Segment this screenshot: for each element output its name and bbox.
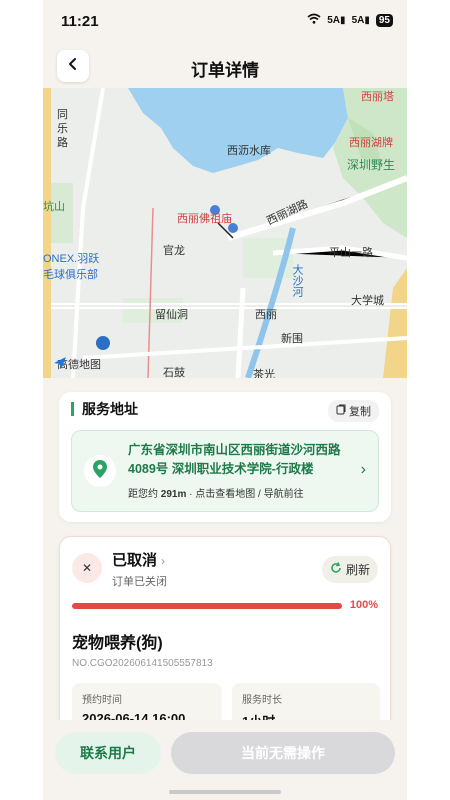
distance-prefix: 距您约 xyxy=(128,489,158,500)
map-label-maoqiu: 毛球俱乐部 xyxy=(43,269,98,281)
wifi-icon xyxy=(307,13,321,27)
map-label-shigu: 石鼓 xyxy=(163,367,185,378)
map-label-guanlong: 官龙 xyxy=(163,245,185,257)
map-label-chaguang: 茶光 xyxy=(253,369,275,378)
map-label-shenzhenye: 深圳野生 xyxy=(347,158,396,172)
copy-button[interactable]: 复制 xyxy=(328,400,379,422)
copy-icon xyxy=(336,404,346,418)
page-header: 订单详情 xyxy=(43,44,407,88)
progress-bar xyxy=(72,603,342,609)
signal-label-1: 5A xyxy=(327,14,341,26)
duration-label: 服务时长 xyxy=(242,695,282,706)
map-label-xili-station: 西丽 xyxy=(255,309,277,321)
location-pin-icon xyxy=(93,459,107,483)
status-time: 11:21 xyxy=(61,13,99,30)
signal-icon: 5A▮ xyxy=(327,14,346,26)
distance-line: 距您约 291m · 点击查看地图 / 导航前往 xyxy=(128,485,304,500)
service-name: 宠物喂养(狗) xyxy=(72,635,163,652)
battery-icon: 95 xyxy=(375,13,393,27)
status-title-row[interactable]: 已取消 › xyxy=(112,549,165,570)
booking-time-label: 预约时间 xyxy=(82,695,122,706)
address-box[interactable]: 广东省深圳市南山区西丽街道沙河西路4089号 深圳职业技术学院-行政楼 距您约 … xyxy=(71,430,379,512)
signal-icon-2: 5A▮ xyxy=(351,14,370,26)
map-label-xilihupai: 西丽湖牌 xyxy=(349,137,393,149)
bottom-action-bar: 联系用户 当前无需操作 xyxy=(43,720,407,800)
service-address-card: 服务地址 复制 广东省深圳市南山区西丽街道沙河西路4089号 深圳职业技术学院-… xyxy=(59,392,391,522)
map-label-liuxiandong: 留仙洞 xyxy=(155,309,188,321)
section-title: 服务地址 xyxy=(71,402,138,416)
progress-percent: 100% xyxy=(349,599,378,611)
contact-user-button[interactable]: 联系用户 xyxy=(55,732,161,774)
chevron-right-icon: › xyxy=(360,461,366,478)
map-label-lu: 路 xyxy=(57,137,68,149)
distance-value: 291m xyxy=(160,489,187,500)
map-hint: · 点击查看地图 / 导航前往 xyxy=(189,489,304,500)
map-label-kengshan: 坑山 xyxy=(43,201,65,213)
close-icon: ✕ xyxy=(72,553,102,583)
map-label-xilifoshimiao: 西丽佛祖庙 xyxy=(177,213,232,225)
status-title: 已取消 xyxy=(112,552,158,569)
progress-fill xyxy=(72,603,342,609)
status-icons: 5A▮ 5A▮ 95 xyxy=(307,13,393,27)
map-label-xinwei: 新围 xyxy=(281,333,303,345)
map-label-pingshanyilu: 平山一路 xyxy=(329,247,373,259)
refresh-icon xyxy=(330,562,342,577)
refresh-button[interactable]: 刷新 xyxy=(321,556,378,583)
map-label-dashahe: 大沙河 xyxy=(291,264,303,297)
no-action-button[interactable]: 当前无需操作 xyxy=(171,732,395,774)
app-screen: 11:21 5A▮ 5A▮ 95 订单详情 同 乐 路 西丽塔 西丽湖牌 深圳野… xyxy=(43,0,407,800)
map-brand: 高德地图 xyxy=(53,356,101,372)
map-label-xilita: 西丽塔 xyxy=(361,91,394,103)
page-title: 订单详情 xyxy=(191,61,259,80)
signal-label-2: 5A xyxy=(351,14,365,26)
map-label-xilishuiku: 西沥水库 xyxy=(227,145,271,157)
map-label-daxuecheng: 大学城 xyxy=(351,295,384,307)
full-address: 广东省深圳市南山区西丽街道沙河西路4089号 深圳职业技术学院-行政楼 xyxy=(128,443,341,476)
map-label-onex: ONEX.羽跃 xyxy=(43,253,100,265)
order-status-card: ✕ 已取消 › 订单已关闭 刷新 100% 宠物喂养(狗) NO.CGO20260… xyxy=(59,536,391,737)
chevron-right-icon: › xyxy=(161,554,166,568)
map-canvas xyxy=(43,88,407,378)
copy-label: 复制 xyxy=(349,406,371,418)
map-view[interactable]: 同 乐 路 西丽塔 西丽湖牌 深圳野生 西沥水库 坑山 西丽佛祖庙 西丽湖路 官… xyxy=(43,88,407,378)
pin-container xyxy=(84,455,116,487)
home-indicator xyxy=(169,790,281,794)
order-number: NO.CGO202606141505557813 xyxy=(72,658,213,669)
refresh-label: 刷新 xyxy=(345,563,370,577)
status-bar: 11:21 5A▮ 5A▮ 95 xyxy=(43,0,407,44)
status-subtitle: 订单已关闭 xyxy=(112,576,167,588)
